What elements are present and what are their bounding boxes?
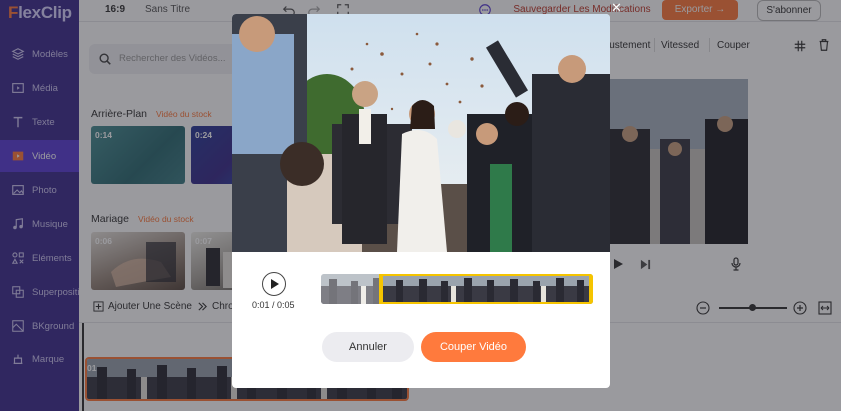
play-icon [271, 279, 279, 289]
cut-video-button[interactable]: Couper Vidéo [421, 332, 526, 362]
trim-bar[interactable] [321, 274, 593, 304]
close-icon[interactable]: ✕ [611, 0, 622, 16]
cut-video-dialog: 0:01 / 0:05 Annuler Couper Vidéo [232, 14, 610, 388]
video-preview[interactable] [232, 14, 610, 252]
trim-selection[interactable] [379, 274, 593, 304]
cancel-button[interactable]: Annuler [322, 332, 414, 362]
play-button[interactable] [262, 272, 286, 296]
playback-time: 0:01 / 0:05 [252, 300, 295, 310]
trim-handle-left[interactable] [379, 274, 383, 304]
trim-handle-right[interactable] [589, 274, 593, 304]
wedding-scene-image [232, 14, 610, 252]
